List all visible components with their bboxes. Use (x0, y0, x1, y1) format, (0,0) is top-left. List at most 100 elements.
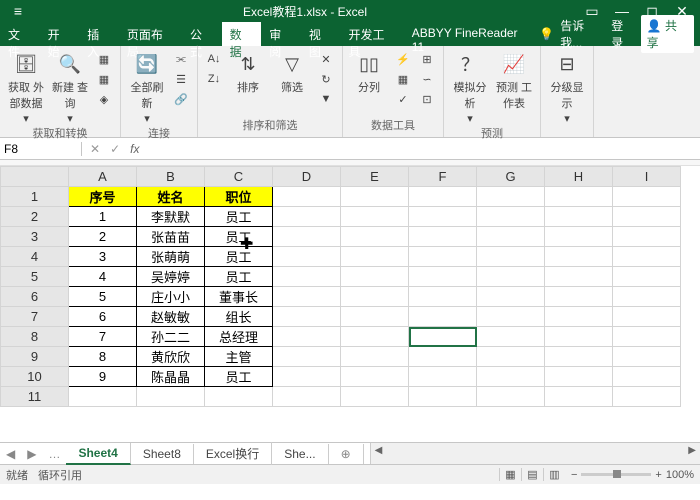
cell[interactable]: 黄欣欣 (137, 347, 205, 367)
cell[interactable]: 9 (69, 367, 137, 387)
sheet-nav-next[interactable]: ▶ (21, 447, 42, 461)
cell[interactable]: 总经理 (205, 327, 273, 347)
cell[interactable] (341, 367, 409, 387)
cell[interactable] (613, 267, 681, 287)
cell[interactable]: 员工 (205, 367, 273, 387)
sheet-tab[interactable]: Sheet4 (66, 443, 130, 465)
column-header[interactable]: C (205, 167, 273, 187)
cell[interactable]: 组长 (205, 307, 273, 327)
cell[interactable] (545, 327, 613, 347)
cell[interactable] (341, 187, 409, 207)
flash-fill-button[interactable]: ⚡ (393, 50, 413, 68)
cell[interactable] (613, 387, 681, 407)
cell[interactable] (341, 327, 409, 347)
share-button[interactable]: 👤 共享 (641, 15, 694, 53)
consolidate-button[interactable]: ⊞ (417, 50, 437, 68)
sheet-nav-prev[interactable]: ◀ (0, 447, 21, 461)
cell[interactable] (545, 267, 613, 287)
cell[interactable] (273, 327, 341, 347)
row-header[interactable]: 4 (1, 247, 69, 267)
data-validation-button[interactable]: ✓ (393, 90, 413, 108)
tab-insert[interactable]: 插入 (79, 22, 119, 46)
cell[interactable]: 员工 (205, 227, 273, 247)
remove-dup-button[interactable]: ▦ (393, 70, 413, 88)
zoom-level[interactable]: 100% (666, 469, 694, 481)
cell[interactable] (477, 287, 545, 307)
cell[interactable] (613, 287, 681, 307)
cell[interactable] (477, 347, 545, 367)
column-header[interactable]: H (545, 167, 613, 187)
login-link[interactable]: 登录 (611, 17, 634, 51)
zoom-in-button[interactable]: + (655, 469, 661, 481)
cell[interactable] (409, 327, 477, 347)
column-header[interactable]: E (341, 167, 409, 187)
fx-icon[interactable]: fx (130, 142, 139, 156)
cell[interactable] (273, 267, 341, 287)
cell[interactable] (613, 327, 681, 347)
cell[interactable] (545, 287, 613, 307)
forecast-sheet-button[interactable]: 📈预测 工作表 (494, 50, 534, 111)
enter-icon[interactable]: ✓ (110, 142, 120, 156)
select-all-corner[interactable] (1, 167, 69, 187)
zoom-out-button[interactable]: − (571, 469, 577, 481)
cell[interactable] (409, 187, 477, 207)
cell[interactable]: 员工 (205, 207, 273, 227)
cell[interactable] (613, 187, 681, 207)
sort-desc-button[interactable]: Z↓ (204, 70, 224, 88)
cell[interactable]: 7 (69, 327, 137, 347)
get-external-data-button[interactable]: 🗄获取 外部数据▾ (6, 50, 46, 125)
cell[interactable] (477, 187, 545, 207)
row-header[interactable]: 7 (1, 307, 69, 327)
tab-home[interactable]: 开始 (40, 22, 80, 46)
cell[interactable] (545, 387, 613, 407)
cell[interactable] (613, 347, 681, 367)
horizontal-scrollbar[interactable]: ◀ ▶ (370, 443, 700, 464)
cell[interactable] (409, 227, 477, 247)
connections-button[interactable]: ⫘ (171, 50, 191, 68)
cell[interactable]: 李默默 (137, 207, 205, 227)
tab-layout[interactable]: 页面布局 (119, 22, 182, 46)
column-header[interactable]: F (409, 167, 477, 187)
menu-icon[interactable]: ≡ (4, 3, 32, 19)
row-header[interactable]: 10 (1, 367, 69, 387)
recent-sources-button[interactable]: ◈ (94, 90, 114, 108)
row-header[interactable]: 6 (1, 287, 69, 307)
outline-button[interactable]: ⊟分级显示▾ (547, 50, 587, 125)
sheet-tab[interactable]: She... (272, 444, 328, 464)
edit-links-button[interactable]: 🔗 (171, 90, 191, 108)
cell[interactable] (477, 307, 545, 327)
sort-button[interactable]: ⇅排序 (228, 50, 268, 95)
show-queries-button[interactable]: ▦ (94, 50, 114, 68)
tab-devtools[interactable]: 开发工具 (340, 22, 403, 46)
cell[interactable] (409, 307, 477, 327)
sort-asc-button[interactable]: A↓ (204, 50, 224, 68)
cell[interactable] (545, 227, 613, 247)
new-query-button[interactable]: 🔍新建 查询▾ (50, 50, 90, 125)
cell[interactable] (341, 267, 409, 287)
cell[interactable]: 张苗苗 (137, 227, 205, 247)
cell[interactable] (341, 247, 409, 267)
tab-review[interactable]: 审阅 (261, 22, 301, 46)
name-box[interactable]: F8 (0, 142, 82, 156)
cell[interactable]: 员工 (205, 267, 273, 287)
cell[interactable] (341, 207, 409, 227)
cell[interactable] (545, 247, 613, 267)
cell[interactable] (341, 387, 409, 407)
cell[interactable] (273, 387, 341, 407)
tab-formula[interactable]: 公式 (182, 22, 222, 46)
cell[interactable] (341, 227, 409, 247)
page-break-button[interactable]: ▥ (543, 468, 565, 481)
cell[interactable] (613, 207, 681, 227)
cell[interactable] (545, 207, 613, 227)
cell[interactable]: 董事长 (205, 287, 273, 307)
relationships-button[interactable]: ∽ (417, 70, 437, 88)
cell[interactable] (273, 187, 341, 207)
cell[interactable] (341, 287, 409, 307)
cell[interactable]: 4 (69, 267, 137, 287)
cell[interactable] (341, 307, 409, 327)
cell[interactable] (273, 307, 341, 327)
cell[interactable]: 2 (69, 227, 137, 247)
cell[interactable] (69, 387, 137, 407)
advanced-button[interactable]: ▼ (316, 90, 336, 108)
cell[interactable]: 5 (69, 287, 137, 307)
